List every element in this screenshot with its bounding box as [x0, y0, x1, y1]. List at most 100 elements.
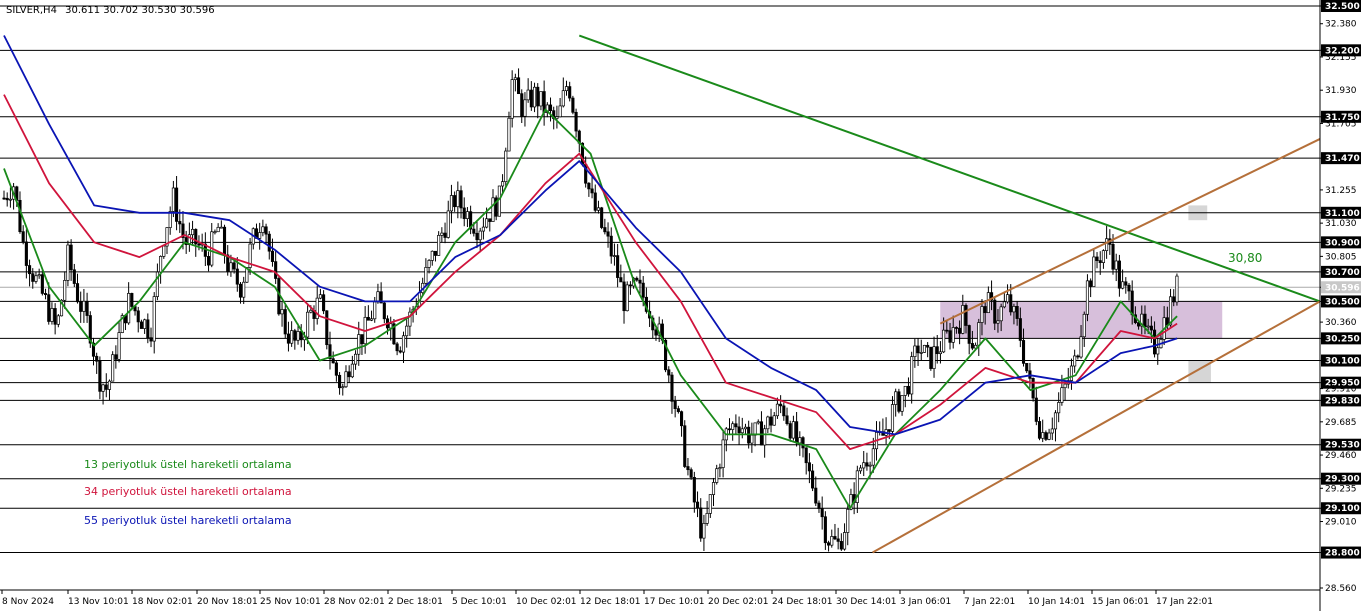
candle-body [769, 416, 773, 426]
candle-body [715, 468, 719, 483]
candle-body [830, 536, 834, 546]
candle-body [1018, 318, 1022, 341]
y-tick-label: 30.596 [1325, 283, 1360, 293]
legend-ema-55: 55 periyotluk üstel hareketli ortalama [84, 514, 292, 527]
x-tick-label: 3 Jan 06:01 [900, 597, 951, 607]
candle-body [197, 243, 201, 246]
candle-body [440, 232, 444, 236]
candle-body [433, 250, 438, 256]
candle-body [510, 79, 514, 119]
candle-body [942, 329, 946, 353]
y-tick-label: 29.830 [1325, 396, 1360, 406]
candle-body [958, 327, 962, 334]
y-tick-label: 31.100 [1325, 209, 1360, 219]
candle-body [782, 405, 786, 417]
candle-body [347, 371, 351, 378]
candle-body [727, 428, 732, 431]
candle-body [689, 469, 693, 478]
candle-body [635, 277, 639, 281]
candle-body [24, 241, 28, 266]
candle-body [897, 391, 901, 412]
candle-body [1172, 296, 1176, 303]
candle-body [970, 343, 974, 349]
y-tick-label: 31.255 [1325, 186, 1357, 196]
candle-body [906, 385, 911, 395]
candle-body [472, 228, 476, 234]
candle-body [136, 310, 140, 323]
candle-body [839, 541, 843, 550]
candle-body [804, 447, 808, 464]
candle-body [961, 305, 965, 334]
candle-body [1105, 238, 1109, 251]
candle-body [775, 403, 779, 417]
candle-body [1156, 347, 1160, 355]
candle-body [750, 434, 754, 444]
x-tick-label: 20 Dec 02:01 [708, 597, 769, 607]
candle-body [75, 283, 80, 303]
candle-body [130, 293, 134, 307]
candle-body [258, 232, 262, 239]
candle-body [673, 400, 677, 409]
candle-body [622, 281, 626, 312]
x-tick-label: 17 Dec 10:01 [644, 597, 705, 607]
x-tick-label: 25 Nov 10:01 [260, 597, 321, 607]
candle-body [766, 416, 770, 430]
candle-body [306, 311, 310, 338]
candle-body [2, 197, 6, 200]
candle-body [858, 467, 863, 472]
candle-body [360, 334, 364, 345]
candle-body [293, 330, 297, 341]
candle-body [1092, 256, 1096, 287]
candle-body [453, 195, 457, 208]
candle-body [865, 462, 869, 467]
candle-body [811, 470, 815, 489]
candle-body [788, 423, 792, 439]
candle-body [1098, 260, 1102, 263]
y-tick-label: 31.030 [1325, 219, 1357, 229]
candle-body [817, 502, 821, 509]
candle-body [1044, 432, 1048, 440]
candle-body [1012, 305, 1016, 313]
x-tick-label: 5 Dec 10:01 [452, 597, 507, 607]
legend-ema-34: 34 periyotluk üstel hareketli ortalama [84, 485, 292, 498]
candle-body [1149, 325, 1153, 331]
price-chart[interactable]: 32.50032.38032.20032.15531.93031.75031.7… [0, 0, 1362, 611]
candle-body [63, 280, 67, 301]
candle-body [718, 467, 722, 470]
candle-body [338, 374, 342, 389]
candle-body [331, 358, 335, 364]
candle-body [235, 268, 239, 285]
candle-body [261, 226, 265, 233]
candle-body [401, 335, 406, 353]
candle-body [686, 466, 690, 471]
candle-body [459, 190, 463, 209]
candle-body [1114, 260, 1118, 270]
x-tick-label: 10 Dec 02:01 [516, 597, 577, 607]
candle-body [1041, 432, 1045, 439]
symbol-ohlc-header: SILVER,H4 30.611 30.702 30.530 30.596 [6, 5, 215, 16]
candle-body [229, 262, 233, 272]
y-tick-label: 29.460 [1325, 451, 1357, 461]
candle-body [162, 245, 166, 257]
candle-body [290, 330, 294, 344]
candle-body [890, 404, 895, 432]
candle-body [98, 360, 102, 392]
x-tick-label: 28 Nov 02:01 [324, 597, 385, 607]
candle-body [286, 333, 290, 344]
x-tick-label: 2 Dec 18:01 [388, 597, 443, 607]
candle-body [274, 261, 278, 279]
candle-body [1073, 355, 1077, 367]
candle-body [587, 182, 591, 190]
y-tick-label: 30.360 [1325, 318, 1357, 328]
candle-body [833, 536, 837, 540]
candle-body [318, 294, 322, 299]
candle-body [1127, 284, 1131, 292]
candle-body [501, 181, 505, 187]
candle-body [95, 355, 99, 362]
y-tick-label: 31.470 [1325, 154, 1360, 164]
candle-body [1002, 301, 1006, 308]
y-tick-label: 31.705 [1325, 119, 1357, 129]
candle-body [216, 226, 220, 233]
x-tick-label: 15 Jan 06:01 [1092, 597, 1149, 607]
candle-body [574, 111, 578, 132]
